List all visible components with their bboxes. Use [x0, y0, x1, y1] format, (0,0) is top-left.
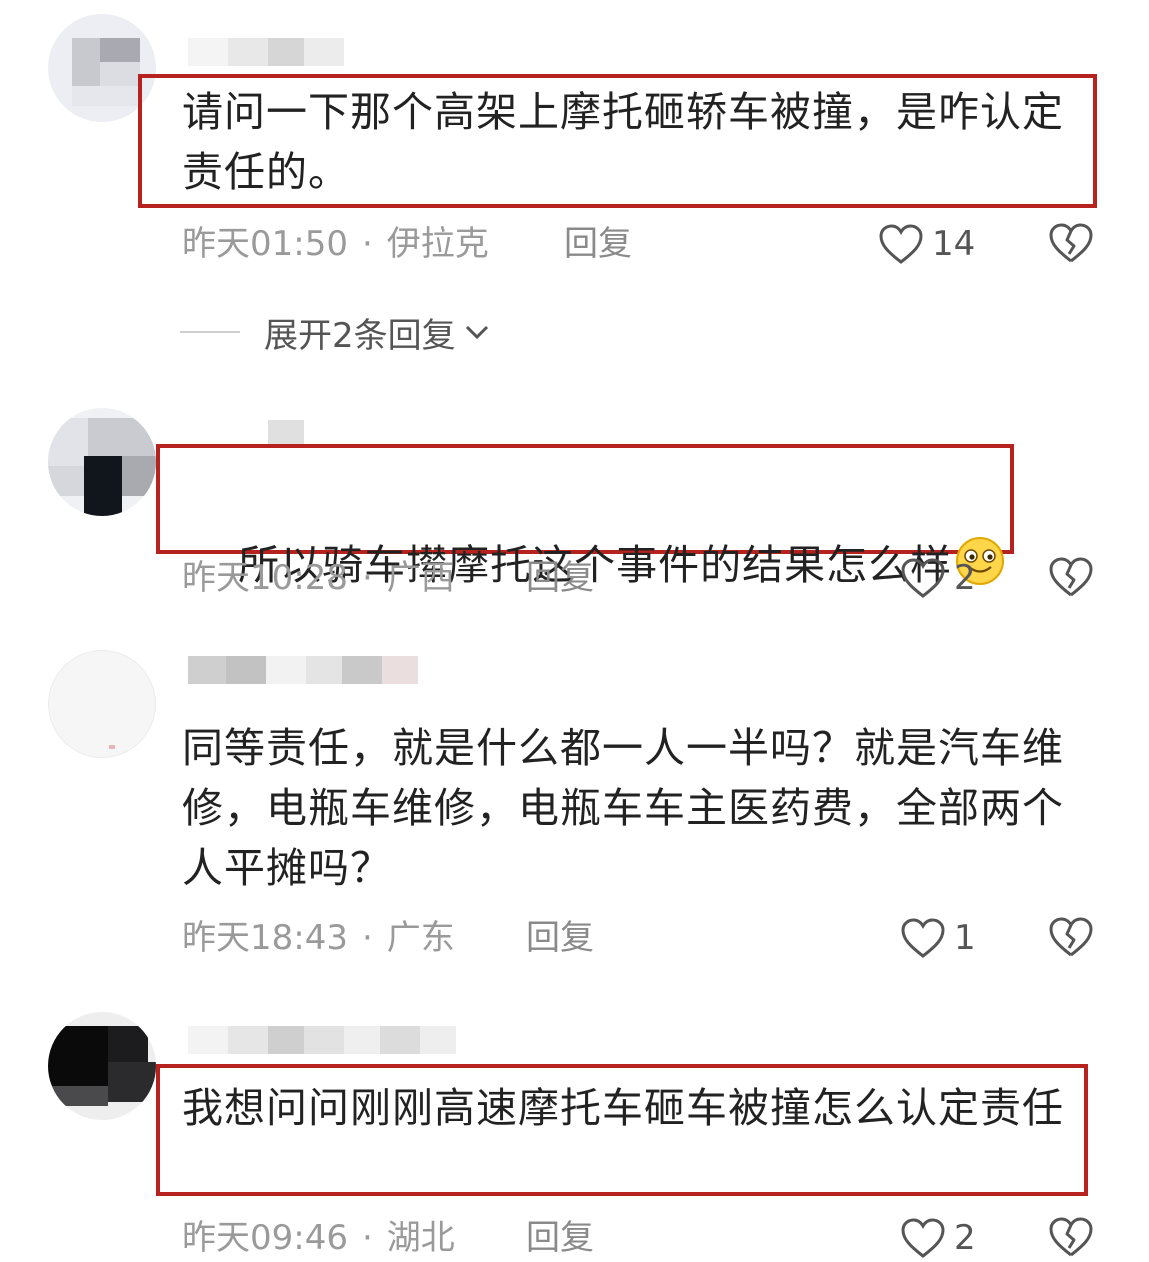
comment-location: 广东 — [386, 918, 455, 958]
reply-button[interactable]: 回复 — [526, 556, 594, 600]
comment-time: 昨天01:50 — [182, 224, 348, 264]
like-button[interactable]: 2 — [900, 1216, 976, 1260]
comment-text: 请问一下那个高架上摩托砸轿车被撞，是咋认定责任的。 — [182, 88, 1064, 196]
divider-line — [180, 331, 240, 333]
broken-heart-icon — [1049, 917, 1093, 957]
separator-dot: · — [361, 1218, 373, 1258]
comment-meta: 昨天10:28 · 广西 — [182, 556, 455, 600]
like-count: 14 — [932, 224, 976, 264]
dislike-button[interactable] — [1048, 222, 1094, 268]
comment-meta: 昨天01:50 · 伊拉克 — [182, 222, 489, 266]
comment-time: 昨天18:43 — [182, 918, 348, 958]
like-count: 2 — [954, 558, 976, 598]
separator-dot: · — [361, 918, 373, 958]
avatar[interactable] — [48, 408, 156, 516]
chevron-down-icon — [465, 325, 488, 340]
like-count: 2 — [954, 1218, 976, 1258]
like-button[interactable]: 14 — [878, 222, 975, 266]
comment-text: 我想问问刚刚高速摩托车砸车被撞怎么认定责任 — [182, 1084, 1064, 1132]
comment-location: 广西 — [386, 558, 455, 598]
dislike-button[interactable] — [1048, 916, 1094, 962]
like-button[interactable]: 2 — [900, 556, 976, 600]
reply-button[interactable]: 回复 — [526, 1216, 594, 1260]
comment-time: 昨天10:28 — [182, 558, 348, 598]
expand-replies[interactable]: 展开2条回复 — [180, 310, 492, 356]
dislike-button[interactable] — [1048, 556, 1094, 602]
comment-meta: 昨天18:43 · 广东 — [182, 916, 455, 960]
expand-replies-label: 展开2条回复 — [264, 315, 456, 356]
comment-location: 伊拉克 — [386, 224, 489, 264]
broken-heart-icon — [1049, 1217, 1093, 1257]
like-button[interactable]: 1 — [900, 916, 976, 960]
broken-heart-icon — [1049, 557, 1093, 597]
heart-icon — [901, 558, 945, 598]
comment-text: 同等责任，就是什么都一人一半吗？就是汽车维修，电瓶车维修，电瓶车车主医药费，全部… — [182, 724, 1064, 892]
reply-button[interactable]: 回复 — [564, 222, 632, 266]
separator-dot: · — [361, 224, 373, 264]
dislike-button[interactable] — [1048, 1216, 1094, 1262]
comment-time: 昨天09:46 — [182, 1218, 348, 1258]
avatar[interactable] — [48, 1012, 156, 1120]
reply-button[interactable]: 回复 — [526, 916, 594, 960]
heart-icon — [879, 224, 923, 264]
broken-heart-icon — [1049, 223, 1093, 263]
separator-dot: · — [361, 558, 373, 598]
comment-meta: 昨天09:46 · 湖北 — [182, 1216, 455, 1260]
avatar[interactable] — [48, 650, 156, 758]
like-count: 1 — [954, 918, 976, 958]
heart-icon — [901, 918, 945, 958]
comment-location: 湖北 — [386, 1218, 455, 1258]
